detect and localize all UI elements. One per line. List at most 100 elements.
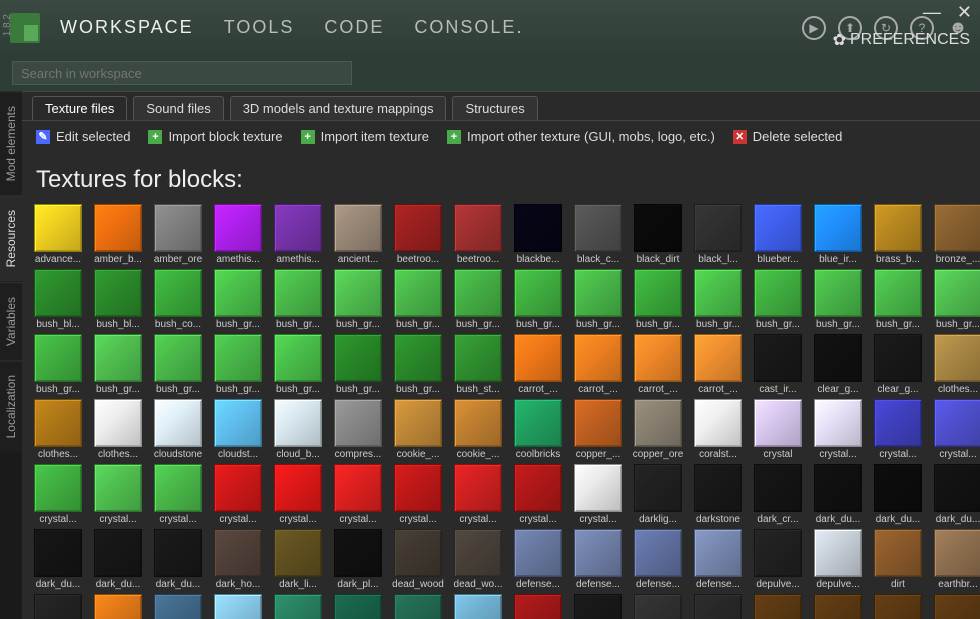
texture-item[interactable]: dark_ho... [212,529,264,590]
texture-item[interactable]: bush_co... [152,269,204,330]
menu-code[interactable]: CODE [324,17,384,38]
texture-item[interactable]: carrot_... [572,334,624,395]
texture-item[interactable]: carrot_... [692,334,744,395]
texture-item[interactable]: bush_gr... [272,269,324,330]
texture-item[interactable]: coralst... [692,399,744,460]
texture-item[interactable]: crystal... [392,464,444,525]
texture-item[interactable]: ... [272,594,324,619]
texture-item[interactable]: dark_du... [932,464,980,525]
texture-item[interactable]: dark_pl... [332,529,384,590]
texture-item[interactable]: beetroo... [452,204,504,265]
texture-item[interactable]: ... [572,594,624,619]
texture-item[interactable]: dark_du... [812,464,864,525]
texture-item[interactable]: ... [332,594,384,619]
edit-selected-button[interactable]: ✎Edit selected [36,129,130,144]
texture-item[interactable]: defense... [632,529,684,590]
texture-item[interactable]: crystal... [572,464,624,525]
side-tab-localization[interactable]: Localization [0,360,22,452]
texture-item[interactable]: crystal... [812,399,864,460]
texture-item[interactable]: cloudst... [212,399,264,460]
import-block-button[interactable]: +Import block texture [148,129,282,144]
import-other-button[interactable]: +Import other texture (GUI, mobs, logo, … [447,129,715,144]
texture-item[interactable]: crystal... [32,464,84,525]
texture-item[interactable]: cloud_b... [272,399,324,460]
texture-item[interactable]: bush_gr... [872,269,924,330]
close-button[interactable]: ✕ [957,2,972,23]
texture-item[interactable]: cookie_... [452,399,504,460]
texture-item[interactable]: crystal... [152,464,204,525]
texture-item[interactable]: bronze_... [932,204,980,265]
texture-item[interactable]: bush_bl... [32,269,84,330]
side-tab-resources[interactable]: Resources [0,195,22,281]
texture-item[interactable]: bush_gr... [392,334,444,395]
texture-item[interactable]: bush_gr... [392,269,444,330]
texture-item[interactable]: ... [152,594,204,619]
texture-item[interactable]: bush_gr... [812,269,864,330]
texture-item[interactable]: amber_b... [92,204,144,265]
texture-item[interactable]: darkstone [692,464,744,525]
texture-item[interactable]: bush_gr... [152,334,204,395]
texture-item[interactable]: amethis... [212,204,264,265]
import-item-button[interactable]: +Import item texture [301,129,429,144]
texture-item[interactable]: copper_ore [632,399,684,460]
texture-item[interactable]: black_c... [572,204,624,265]
texture-item[interactable]: darklig... [632,464,684,525]
texture-item[interactable]: ... [212,594,264,619]
texture-item[interactable]: brass_b... [872,204,924,265]
texture-item[interactable]: dead_wo... [452,529,504,590]
texture-item[interactable]: ... [32,594,84,619]
menu-workspace[interactable]: WORKSPACE [60,17,194,38]
texture-item[interactable]: ... [692,594,744,619]
texture-item[interactable]: crystal... [932,399,980,460]
texture-item[interactable]: ... [752,594,804,619]
texture-item[interactable]: earthbr... [932,529,980,590]
tab-3d-models[interactable]: 3D models and texture mappings [230,96,447,120]
texture-item[interactable]: cookie_... [392,399,444,460]
texture-item[interactable]: compres... [332,399,384,460]
texture-item[interactable]: dark_du... [872,464,924,525]
texture-item[interactable]: depulve... [752,529,804,590]
texture-item[interactable]: ... [932,594,980,619]
texture-item[interactable]: bush_gr... [752,269,804,330]
texture-item[interactable]: crystal... [872,399,924,460]
texture-item[interactable]: crystal... [512,464,564,525]
texture-item[interactable]: ... [812,594,864,619]
texture-item[interactable]: bush_gr... [212,269,264,330]
texture-item[interactable]: ancient... [332,204,384,265]
texture-item[interactable]: dead_wood [392,529,444,590]
texture-item[interactable]: defense... [572,529,624,590]
texture-item[interactable]: bush_gr... [212,334,264,395]
texture-item[interactable]: crystal... [452,464,504,525]
texture-item[interactable]: dark_du... [152,529,204,590]
texture-item[interactable]: defense... [512,529,564,590]
delete-selected-button[interactable]: ✕Delete selected [733,129,843,144]
texture-item[interactable]: ... [92,594,144,619]
texture-item[interactable]: advance... [32,204,84,265]
texture-item[interactable]: bush_st... [452,334,504,395]
texture-item[interactable]: blackbe... [512,204,564,265]
minimize-button[interactable]: — [923,2,941,23]
texture-item[interactable]: ... [452,594,504,619]
texture-item[interactable]: bush_bl... [92,269,144,330]
texture-item[interactable]: carrot_... [632,334,684,395]
texture-item[interactable]: crystal... [272,464,324,525]
side-tab-mod-elements[interactable]: Mod elements [0,91,22,195]
texture-item[interactable]: clothes... [32,399,84,460]
app-logo[interactable] [10,13,40,43]
tab-structures[interactable]: Structures [452,96,537,120]
tab-sound-files[interactable]: Sound files [133,96,223,120]
texture-item[interactable]: carrot_... [512,334,564,395]
preferences-button[interactable]: ✿ PREFERENCES [833,30,970,50]
texture-item[interactable]: clothes... [932,334,980,395]
texture-item[interactable]: crystal... [92,464,144,525]
texture-item[interactable]: amethis... [272,204,324,265]
texture-item[interactable]: black_l... [692,204,744,265]
texture-item[interactable]: coolbricks [512,399,564,460]
texture-item[interactable]: dark_du... [32,529,84,590]
texture-item[interactable]: bush_gr... [692,269,744,330]
texture-item[interactable]: bush_gr... [332,269,384,330]
texture-item[interactable]: ... [872,594,924,619]
texture-item[interactable]: bush_gr... [272,334,324,395]
texture-item[interactable]: cloudstone [152,399,204,460]
menu-console[interactable]: CONSOLE. [414,17,523,38]
